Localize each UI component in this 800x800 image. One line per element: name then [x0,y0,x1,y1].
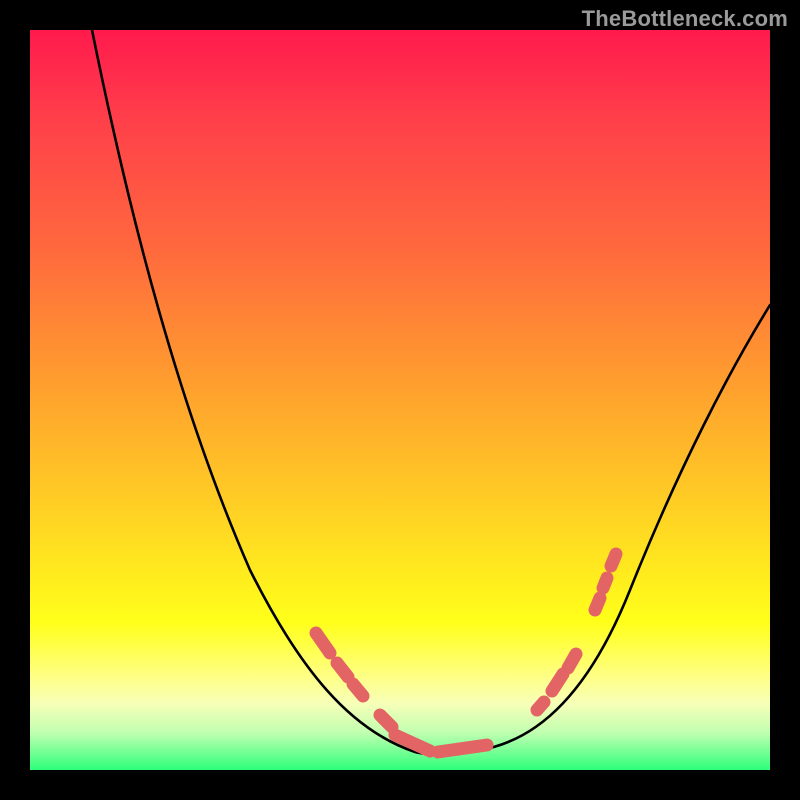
curve-highlight-segment [380,715,392,727]
curve-highlight-segment [353,684,363,696]
curve-highlight-segment [611,554,616,566]
curve-highlight-segment [316,633,330,653]
curve-highlight-segment [395,735,430,751]
curve-highlight-segment [537,702,544,710]
chart-frame: TheBottleneck.com [0,0,800,800]
curve-highlight-segment [568,654,576,668]
curve-highlight-segment [337,663,348,677]
bottleneck-curve [30,30,770,770]
watermark-text: TheBottleneck.com [582,6,788,32]
curve-path [90,30,770,754]
curve-highlight-segment [552,674,563,691]
plot-area [30,30,770,770]
curve-highlight-segment [438,745,487,752]
curve-highlight-segment [603,578,607,588]
curve-highlight-segment [595,598,600,610]
